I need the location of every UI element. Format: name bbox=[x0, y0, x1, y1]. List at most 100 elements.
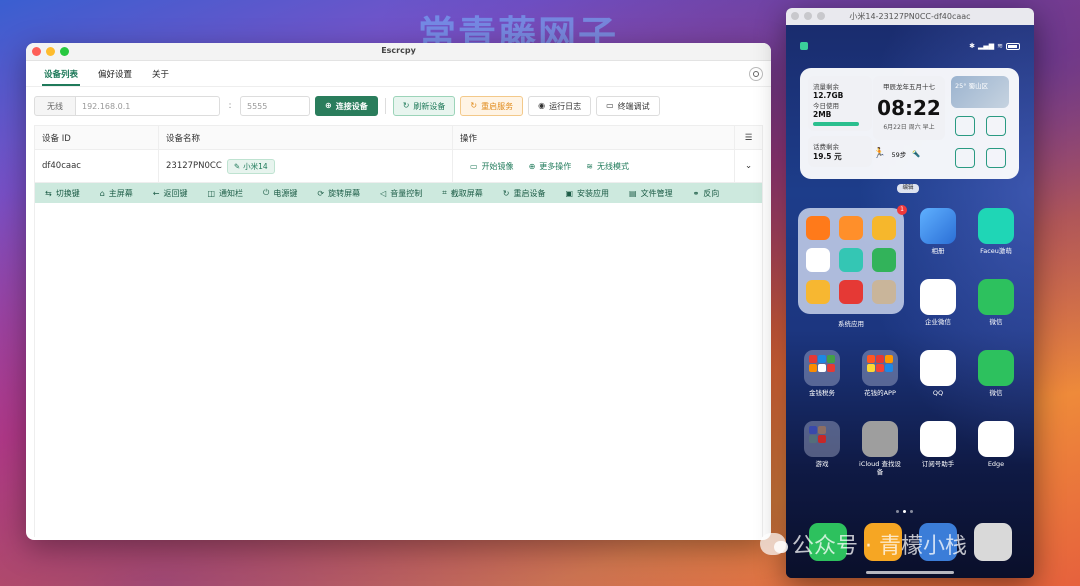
page-dot-active bbox=[903, 510, 906, 513]
data-remaining-value: 12.7GB bbox=[813, 91, 844, 100]
finance-folder[interactable]: 金钱税务 bbox=[798, 350, 846, 398]
search-button[interactable] bbox=[749, 67, 763, 81]
device-table: 设备 ID 设备名称 操作 ☰ df40caac 23127PN0CC ✎ 小米… bbox=[34, 125, 763, 537]
refresh-devices-button[interactable]: ↻ 刷新设备 bbox=[392, 96, 456, 116]
file-manager-button[interactable]: ▤ 文件管理 bbox=[619, 188, 683, 199]
wireless-addon-label: 无线 bbox=[34, 96, 76, 116]
terminal-debug-button[interactable]: ▭ 终端调试 bbox=[596, 96, 660, 116]
tab-preferences[interactable]: 偏好设置 bbox=[88, 68, 142, 86]
app-label-finance: 金钱税务 bbox=[809, 389, 835, 397]
device-remark-label: 小米14 bbox=[243, 161, 268, 171]
widget-edit-button[interactable]: 编辑 bbox=[897, 184, 919, 193]
wireless-mode-label: 无线模式 bbox=[596, 161, 629, 171]
barcode-icon[interactable] bbox=[986, 116, 1006, 136]
connect-device-button[interactable]: ⊕ 连接设备 bbox=[315, 96, 378, 116]
ip-input[interactable]: 192.168.0.1 bbox=[76, 96, 220, 116]
mini-app-icon bbox=[809, 435, 817, 443]
notification-button[interactable]: ◫ 通知栏 bbox=[197, 188, 253, 199]
notes-icon bbox=[806, 280, 830, 304]
wecom-app[interactable]: 企业微信 bbox=[914, 279, 962, 327]
terminal-icon: ▭ bbox=[606, 101, 614, 110]
battery-icon bbox=[1006, 42, 1020, 50]
wireless-mode-button[interactable]: ≋ 无线模式 bbox=[586, 161, 629, 172]
edge-app[interactable]: Edge bbox=[972, 421, 1020, 469]
page-dot bbox=[896, 510, 899, 513]
phone-screen[interactable]: ✱ ▂▄▆ ≋ 流量剩余 12.7GB 今日使用 2MB 话费剩余 19.5 元 bbox=[786, 25, 1034, 578]
watermark-bottom: 公众号 · 青檬小栈 bbox=[760, 528, 967, 560]
data-remaining-label: 流量剩余 bbox=[813, 83, 839, 91]
data-usage-box: 流量剩余 12.7GB 今日使用 2MB bbox=[808, 76, 872, 131]
mini-app-icon bbox=[876, 355, 884, 363]
fee-box: 话费剩余 19.5 元 bbox=[808, 136, 872, 167]
wechat-icon bbox=[978, 279, 1014, 315]
back-button[interactable]: ← 返回键 bbox=[143, 188, 198, 199]
restart-icon: ↻ bbox=[470, 101, 478, 110]
scan-icon[interactable] bbox=[955, 116, 975, 136]
wechat-clone-app[interactable]: 微信 bbox=[972, 350, 1020, 398]
window-titlebar[interactable]: Escrcpy bbox=[26, 43, 771, 61]
device-remark-tag[interactable]: ✎ 小米14 bbox=[226, 158, 275, 174]
terminal-debug-label: 终端调试 bbox=[617, 101, 650, 111]
payment-code-icon[interactable] bbox=[986, 148, 1006, 168]
run-log-button[interactable]: ◉ 运行日志 bbox=[528, 96, 592, 116]
face-scan-icon[interactable] bbox=[955, 148, 975, 168]
folder-icon: ▤ bbox=[629, 188, 637, 198]
games-folder[interactable]: 游戏 bbox=[798, 421, 846, 469]
install-app-button[interactable]: ▣ 安装应用 bbox=[555, 188, 619, 199]
rotate-screen-button[interactable]: ⟳ 旋转屏幕 bbox=[307, 188, 370, 199]
refresh-devices-label: 刷新设备 bbox=[413, 101, 446, 111]
search-icon bbox=[753, 71, 759, 77]
tab-about[interactable]: 关于 bbox=[142, 68, 179, 86]
app-label-faceu: Faceu激萌 bbox=[980, 247, 1012, 255]
power-button[interactable]: ⏻ 电源键 bbox=[253, 188, 307, 199]
spending-folder[interactable]: 花钱的APP bbox=[856, 350, 904, 398]
mini-app-icon bbox=[818, 364, 826, 372]
finance-folder-icon bbox=[804, 350, 840, 386]
volume-control-button[interactable]: ◁ 音量控制 bbox=[370, 188, 432, 199]
steps-row: 🏃 59步 🔦 bbox=[873, 148, 920, 159]
home-widget[interactable]: 流量剩余 12.7GB 今日使用 2MB 话费剩余 19.5 元 甲辰龙年五月十… bbox=[800, 68, 1019, 179]
home-icon: ⌂ bbox=[99, 188, 105, 198]
wechat-clone-icon bbox=[978, 350, 1014, 386]
reboot-label: 重启设备 bbox=[513, 188, 546, 198]
wireless-address-group: 无线 192.168.0.1 bbox=[34, 96, 220, 116]
main-tabs: 设备列表 偏好设置 关于 bbox=[26, 61, 771, 87]
usage-bar bbox=[813, 122, 859, 126]
expand-row-icon[interactable]: ⌄ bbox=[735, 150, 762, 182]
tab-device-list[interactable]: 设备列表 bbox=[34, 68, 88, 86]
start-mirror-button[interactable]: ▭ 开始镜像 bbox=[470, 161, 514, 172]
reboot-device-button[interactable]: ↻ 重启设备 bbox=[493, 188, 556, 199]
gallery-app[interactable]: 相册 bbox=[914, 208, 962, 256]
icloud-find-app[interactable]: iCloud 查找设备 bbox=[856, 421, 904, 477]
system-apps-folder[interactable]: 1 bbox=[798, 205, 907, 314]
qq-app[interactable]: QQ bbox=[914, 350, 962, 398]
notification-label: 通知栏 bbox=[219, 188, 244, 198]
switch-key-button[interactable]: ⇆ 切换键 bbox=[35, 188, 90, 199]
restart-service-button[interactable]: ↻ 重启服务 bbox=[460, 96, 524, 116]
app-label-games: 游戏 bbox=[815, 460, 829, 468]
mini-app-icon bbox=[809, 364, 817, 372]
phone-titlebar[interactable]: 小米14-23127PN0CC-df40caac bbox=[786, 8, 1034, 25]
port-input[interactable]: 5555 bbox=[240, 96, 310, 116]
gallery-icon bbox=[920, 208, 956, 244]
subscription-assistant-app[interactable]: 订阅号助手 bbox=[914, 421, 962, 469]
camera-icon[interactable] bbox=[973, 523, 1012, 561]
more-actions-button[interactable]: ⊕ 更多操作 bbox=[529, 161, 572, 172]
window-title: Escrcpy bbox=[381, 46, 416, 55]
more-actions-label: 更多操作 bbox=[539, 161, 572, 171]
mini-app-icon bbox=[818, 426, 826, 434]
restart-service-label: 重启服务 bbox=[481, 101, 514, 111]
run-log-label: 运行日志 bbox=[549, 101, 582, 111]
app-label-gallery: 相册 bbox=[931, 247, 945, 255]
mini-app-icon bbox=[818, 355, 826, 363]
home-button[interactable]: ⌂ 主屏幕 bbox=[90, 188, 143, 199]
column-settings-icon[interactable]: ☰ bbox=[735, 126, 762, 149]
wechat-app[interactable]: 微信 bbox=[972, 279, 1020, 327]
game-center-icon bbox=[839, 216, 863, 240]
mi-store-icon bbox=[806, 216, 830, 240]
faceu-app[interactable]: Faceu激萌 bbox=[972, 208, 1020, 256]
reverse-button[interactable]: ⚭ 反向 bbox=[683, 188, 730, 199]
status-icons: ✱ ▂▄▆ ≋ bbox=[969, 42, 1020, 50]
home-indicator[interactable] bbox=[866, 571, 954, 574]
screenshot-button[interactable]: ⌗ 截取屏幕 bbox=[432, 188, 493, 199]
